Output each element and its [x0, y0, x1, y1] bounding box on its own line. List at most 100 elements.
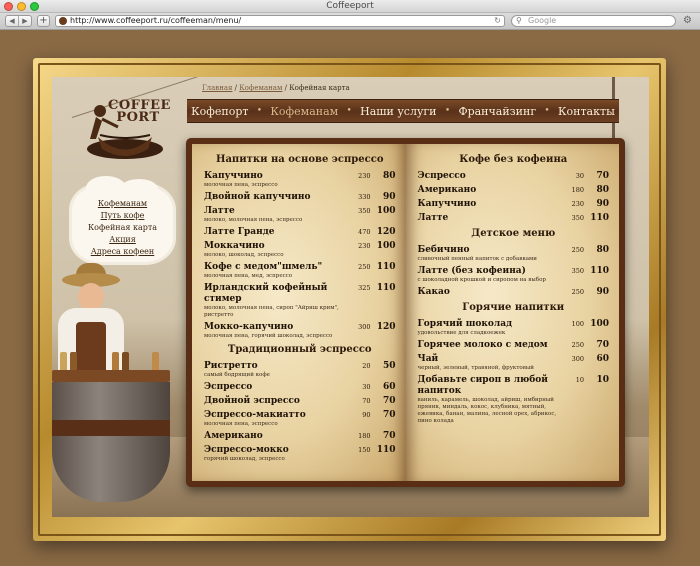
menu-item-volume: 230	[571, 200, 584, 208]
menu-item-price: 80	[382, 171, 396, 181]
menu-item-volume: 230	[358, 242, 371, 250]
side-menu-list: Кофеманам Путь кофе Кофейная карта Акция Адр…	[72, 186, 173, 258]
menu-item-volume: 350	[358, 207, 371, 215]
menu-item-description: удовольствие для сладкоежек	[417, 330, 506, 336]
menu-item-description: с шоколадной крошкой и сиропом на выбор	[417, 277, 546, 283]
menu-item-description: молочная пена, эспрессо	[204, 421, 278, 427]
nav-item[interactable]: Кофеманам	[270, 105, 338, 118]
menu-item-volume: 150	[358, 446, 371, 454]
menu-item-volume: 30	[575, 172, 584, 180]
menu-item-description: молоко, молочная пена, сироп "Айриш крим…	[204, 305, 339, 318]
menu-section-title: Напитки на основе эспрессо	[216, 154, 384, 165]
menu-item-description: самый бодрящий кофе	[204, 372, 270, 378]
menu-item-description: черный, зеленый, травяной, фруктовый	[417, 365, 534, 371]
menu-item: Американо 180 80	[418, 185, 610, 196]
minimize-window-button[interactable]	[17, 2, 26, 11]
menu-item-price: 70	[382, 431, 396, 441]
close-window-button[interactable]	[4, 2, 13, 11]
bottle	[112, 352, 119, 372]
breadcrumb-current: Кофейная карта	[289, 84, 350, 92]
side-menu-current: Кофейная карта	[87, 223, 158, 232]
menu-item-volume: 90	[362, 411, 371, 419]
coffee-favicon-icon	[59, 17, 67, 25]
search-icon: ⚲	[516, 16, 522, 25]
bottle	[70, 352, 77, 372]
menu-item: Какао 250 90	[418, 287, 610, 298]
menu-item: Бебичино сливочный пенный напиток с добав…	[418, 245, 610, 263]
nav-item[interactable]: Контакты	[558, 105, 615, 118]
menu-item-price: 70	[596, 171, 609, 181]
back-button[interactable]: ◀	[6, 16, 19, 26]
menu-item-price: 110	[376, 283, 396, 293]
menu-item-volume: 350	[571, 214, 584, 222]
menu-item-volume: 330	[358, 193, 371, 201]
menu-item-price: 70	[596, 340, 609, 350]
menu-item: Горячее молоко с медом 250 70	[418, 340, 610, 351]
menu-item-price: 90	[382, 192, 396, 202]
add-bookmark-button[interactable]: +	[37, 15, 50, 27]
reload-icon[interactable]: ↻	[494, 16, 501, 26]
window-titlebar: Coffeeport	[0, 0, 700, 13]
menu-item-price: 80	[596, 245, 609, 255]
side-menu-link[interactable]: Акция	[72, 234, 173, 246]
nav-item[interactable]: Франчайзинг	[458, 105, 536, 118]
breadcrumb-section-link[interactable]: Кофеманам	[239, 84, 282, 92]
nav-item[interactable]: Наши услуги	[360, 105, 436, 118]
coffee-cart-band	[52, 420, 170, 436]
nav-item[interactable]: Кофепорт	[191, 105, 248, 118]
logo-line-port: PORT	[116, 110, 160, 125]
menu-item-price: 10	[596, 375, 609, 385]
menu-item-price: 120	[376, 322, 396, 332]
menu-item-description: молоко, молочная пена, эспрессо	[204, 217, 303, 223]
menu-item-volume: 325	[358, 284, 371, 292]
menu-item: Латте 350 110	[418, 213, 610, 224]
address-bar[interactable]: http://www.coffeeport.ru/coffeeman/menu/…	[55, 15, 505, 27]
nav-separator-dot: •	[544, 106, 550, 116]
logo-wordmark: COFFEE PORT	[108, 99, 170, 125]
menu-item: Горячий шоколад удовольствие для сладкоеж…	[418, 319, 610, 337]
menu-item: Двойной капуччино 330 90	[204, 192, 396, 203]
side-menu-link[interactable]: Адреса кофеен	[72, 246, 173, 258]
breadcrumb-home-link[interactable]: Главная	[202, 84, 232, 92]
menu-section-title: Традиционный эспрессо	[227, 344, 372, 355]
menu-item: Чай черный, зеленый, травяной, фруктовый 3…	[418, 354, 610, 372]
side-menu: Кофеманам Путь кофе Кофейная карта Акция Адр…	[72, 176, 173, 262]
bottle	[152, 352, 159, 372]
menu-item-price: 60	[382, 382, 396, 392]
zoom-window-button[interactable]	[30, 2, 39, 11]
menu-item: Добавьте сироп в любой напиток ваниль, ка…	[418, 375, 610, 425]
bottle	[122, 352, 129, 372]
forward-button[interactable]: ▶	[19, 16, 31, 26]
menu-item-description: молочная пена, горячий шоколад, эспрессо	[204, 333, 333, 339]
search-placeholder: Google	[528, 16, 557, 25]
menu-item-price: 110	[590, 213, 609, 223]
side-menu-link[interactable]: Путь кофе	[72, 210, 173, 222]
menu-item: Латте (без кофеина) с шоколадной крошкой …	[418, 266, 610, 284]
side-menu-link[interactable]: Кофеманам	[72, 198, 173, 210]
menu-item-volume: 470	[358, 228, 371, 236]
menu-item-price: 60	[596, 354, 609, 364]
nav-separator-dot: •	[346, 106, 352, 116]
menu-item-volume: 20	[362, 362, 371, 370]
menu-item-price: 80	[596, 185, 609, 195]
menu-page-right: Кофе без кофеина Эспрессо 30 70 Американо 180…	[405, 144, 619, 481]
menu-item-volume: 10	[575, 376, 584, 384]
menu-item-volume: 180	[358, 432, 371, 440]
menu-item: Эспрессо 30 70	[418, 171, 610, 182]
menu-item-volume: 180	[571, 186, 584, 194]
menu-item: Эспрессо-макиатто молочная пена, эспрессо…	[204, 410, 396, 428]
breadcrumb: Главная / Кофеманам / Кофейная карта	[202, 84, 350, 92]
gear-icon[interactable]: ⚙	[683, 15, 692, 27]
window-controls	[4, 2, 39, 11]
menu-item-price: 50	[382, 361, 396, 371]
menu-item-price: 100	[376, 206, 396, 216]
menu-item-price: 120	[376, 227, 396, 237]
menu-item-description: горячий шоколад, эспрессо	[204, 456, 285, 462]
menu-item: Эспрессо-мокко горячий шоколад, эспрессо 1…	[204, 445, 396, 463]
bottle	[60, 352, 67, 372]
address-url: http://www.coffeeport.ru/coffeeman/menu/	[70, 16, 242, 25]
menu-item: Ирландский кофейный стимер молоко, молочн…	[204, 283, 396, 319]
menu-section-title: Кофе без кофеина	[459, 154, 568, 165]
search-input[interactable]: ⚲ Google	[511, 15, 676, 27]
menu-item-description: молоко, шоколад, эспрессо	[204, 252, 284, 258]
